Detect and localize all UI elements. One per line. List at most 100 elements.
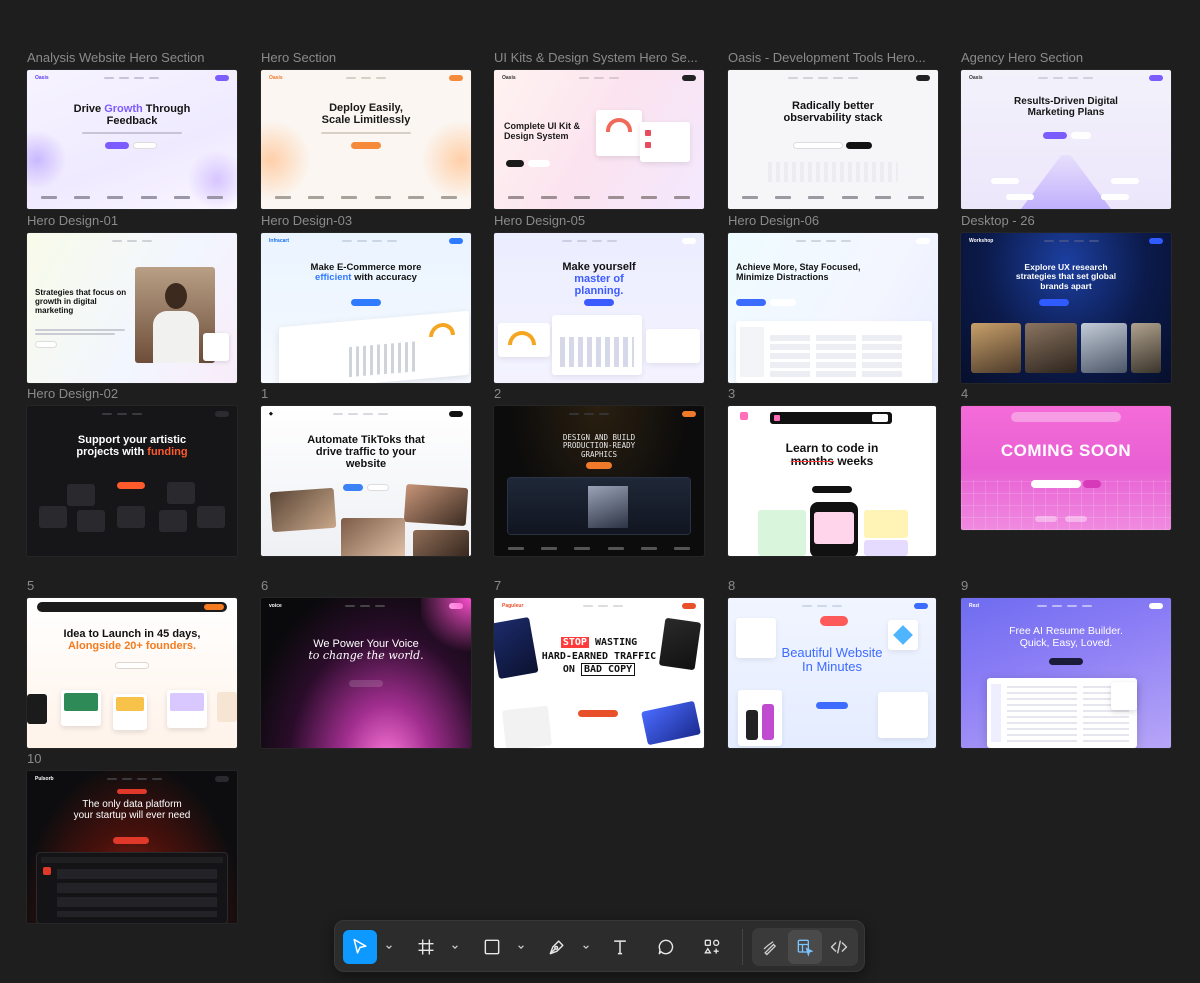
draw-pencil-icon (763, 941, 777, 956)
comment-bubble-icon (658, 939, 674, 955)
frame-thumbnail: ◆ Automate TikToks that drive traffic to… (261, 406, 471, 556)
frame-label[interactable]: 2 (494, 386, 706, 401)
thumb-headline: Make yourself master of planning. (562, 261, 636, 298)
thumb-headline: Make E-Commerce more efficient with accu… (310, 262, 422, 284)
pen-nib-icon (549, 940, 564, 955)
frame-label[interactable]: Hero Design-01 (27, 213, 239, 228)
toolbar-divider (742, 929, 743, 965)
chevron-down-icon (386, 945, 392, 950)
frame-thumbnail: Idea to Launch in 45 days, Alongside 20+ … (27, 598, 237, 748)
thumb-headline: Achieve More, Stay Focused, Minimize Dis… (736, 262, 861, 282)
thumb-headline: Drive Growth Through Feedback (73, 103, 191, 128)
thumb-headline: Idea to Launch in 45 days, Alongside 20+ … (63, 628, 201, 653)
thumb-headline: Deploy Easily, Scale Limitlessly (321, 102, 411, 127)
move-tool-dropdown[interactable] (384, 940, 394, 954)
text-t-icon (614, 940, 626, 955)
frame-label[interactable]: Hero Design-05 (494, 213, 706, 228)
frame-label[interactable]: Desktop - 26 (961, 213, 1173, 228)
frame-thumbnail: Infracart Make E-Commerce more efficient… (261, 233, 471, 383)
figma-canvas[interactable]: Analysis Website Hero Section Oasis Driv… (0, 0, 1200, 983)
thumb-logo: Paguleur (502, 603, 524, 609)
thumb-logo: Oasis (35, 75, 49, 81)
bottom-toolbar (334, 920, 865, 972)
move-tool-button[interactable] (343, 930, 377, 964)
frame-thumbnail: voice We Power Your Voice to change the w… (261, 598, 471, 748)
frame-label[interactable]: Hero Design-06 (728, 213, 940, 228)
frame-thumbnail: Strategies that focus on growth in digit… (27, 233, 237, 383)
thumb-logo: Oasis (969, 75, 983, 81)
frame-tool-dropdown[interactable] (450, 940, 460, 954)
frame-label[interactable]: Hero Design-02 (27, 386, 239, 401)
thumb-headline: Free AI Resume Builder. Quick, Easy, Love… (1009, 625, 1123, 649)
frame-label[interactable]: Hero Section (261, 50, 473, 65)
thumb-logo: Oasis (269, 75, 283, 81)
frame-hash-icon (418, 939, 434, 955)
thumb-logo: Rezi (969, 603, 980, 609)
frame-label[interactable]: 6 (261, 578, 473, 593)
frame-label[interactable]: Analysis Website Hero Section (27, 50, 239, 65)
shape-tool-dropdown[interactable] (516, 940, 526, 954)
frame-label[interactable]: 3 (728, 386, 940, 401)
actions-tool-button[interactable] (695, 930, 729, 964)
frame-label[interactable]: Agency Hero Section (961, 50, 1173, 65)
thumb-headline: Results-Driven Digital Marketing Plans (1014, 96, 1118, 118)
frame-thumbnail: Achieve More, Stay Focused, Minimize Dis… (728, 233, 938, 383)
thumb-logo: Workshop (969, 238, 994, 244)
frame-thumbnail: Oasis Drive Growth Through Feedback (27, 70, 237, 209)
frame-thumbnail: Oasis Results-Driven Digital Marketing P… (961, 70, 1171, 209)
dev-mode-button[interactable] (822, 930, 856, 964)
thumb-headline: Strategies that focus on growth in digit… (35, 288, 127, 315)
frame-tool-button[interactable] (409, 930, 443, 964)
frame-thumbnail: Oasis Deploy Easily, Scale Limitlessly (261, 70, 471, 209)
frame-label[interactable]: UI Kits & Design System Hero Se... (494, 50, 706, 65)
chevron-down-icon (452, 945, 458, 950)
frame-label[interactable]: 7 (494, 578, 706, 593)
thumb-headline: Complete UI Kit & Design System (504, 121, 581, 141)
frame-thumbnail: Paguleur STOP WASTING HARD-EARNED TRAFFI… (494, 598, 704, 748)
frame-thumbnail: Workshop Explore UX research strategies … (961, 233, 1171, 383)
frame-thumbnail: Make yourself master of planning. (494, 233, 704, 383)
shapes-plus-icon (704, 939, 720, 954)
frame-label[interactable]: Oasis - Development Tools Hero... (728, 50, 940, 65)
frame-thumbnail: Learn to code in months weeks (728, 406, 936, 556)
thumb-headline: DESIGN AND BUILD PRODUCTION-READY GRAPHI… (562, 433, 636, 459)
cursor-icon (353, 938, 367, 954)
frame-thumbnail: Oasis Complete UI Kit & Design System (494, 70, 704, 209)
chevron-down-icon (583, 945, 589, 950)
comment-tool-button[interactable] (649, 930, 683, 964)
frame-label[interactable]: Hero Design-03 (261, 213, 473, 228)
thumb-headline: Explore UX research strategies that set … (1015, 262, 1117, 291)
frame-thumbnail: Rezi Free AI Resume Builder. Quick, Easy,… (961, 598, 1171, 748)
thumb-logo: Oasis (502, 75, 516, 81)
frame-thumbnail: Pulsorb The only data platform your star… (27, 771, 237, 923)
pen-tool-dropdown[interactable] (581, 940, 591, 954)
frame-thumbnail: Support your artistic projects with fund… (27, 406, 237, 556)
thumb-logo: Pulsorb (35, 776, 54, 782)
frame-label[interactable]: 8 (728, 578, 940, 593)
thumb-headline: Learn to code in months weeks (785, 441, 879, 469)
frame-label[interactable]: 9 (961, 578, 1173, 593)
pen-tool-button[interactable] (540, 930, 574, 964)
thumb-headline: The only data platform your startup will… (73, 799, 191, 821)
frame-thumbnail: COMING SOON (961, 406, 1171, 530)
thumb-headline: Support your artistic projects with fund… (76, 434, 188, 459)
frame-thumbnail: DESIGN AND BUILD PRODUCTION-READY GRAPHI… (494, 406, 704, 556)
frame-label[interactable]: 5 (27, 578, 239, 593)
draw-mode-button[interactable] (754, 930, 788, 964)
rectangle-icon (484, 939, 500, 955)
frame-label[interactable]: 4 (961, 386, 1173, 401)
thumb-headline: COMING SOON (1000, 441, 1132, 460)
thumb-headline: Radically better observability stack (783, 100, 883, 125)
thumb-headline: Automate TikToks that drive traffic to y… (307, 434, 425, 471)
frame-label[interactable]: 10 (27, 751, 239, 766)
chevron-down-icon (518, 945, 524, 950)
mode-switcher (752, 928, 858, 966)
design-mode-button[interactable] (788, 930, 822, 964)
shape-tool-button[interactable] (475, 930, 509, 964)
frame-thumbnail: Radically better observability stack (728, 70, 938, 209)
design-layout-icon (797, 939, 814, 957)
text-tool-button[interactable] (603, 930, 637, 964)
thumb-logo: Infracart (269, 238, 290, 244)
code-brackets-icon (830, 940, 848, 954)
frame-label[interactable]: 1 (261, 386, 473, 401)
